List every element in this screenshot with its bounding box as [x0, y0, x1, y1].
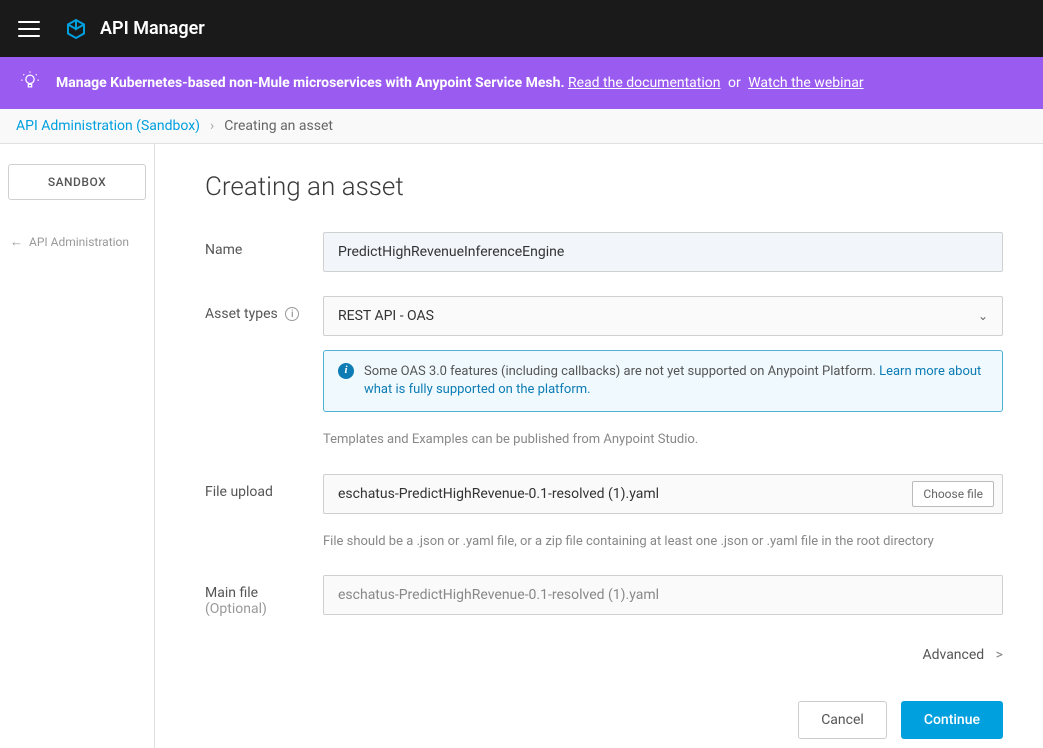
webinar-link[interactable]: Watch the webinar	[748, 75, 863, 91]
file-upload-field: eschatus-PredictHighRevenue-0.1-resolved…	[323, 474, 1003, 514]
app-title: API Manager	[100, 18, 205, 39]
file-upload-label: File upload	[205, 474, 323, 500]
main-file-label: Main file (Optional)	[205, 575, 323, 617]
lightbulb-icon	[20, 71, 40, 95]
chevron-right-icon: ›	[210, 118, 214, 134]
continue-button[interactable]: Continue	[901, 701, 1003, 739]
cancel-button[interactable]: Cancel	[798, 701, 887, 739]
name-label: Name	[205, 232, 323, 258]
asset-types-helper: Templates and Examples can be published …	[323, 430, 1003, 450]
sidebar: SANDBOX ← API Administration	[0, 144, 155, 748]
main-content: Creating an asset Name Asset types i RES…	[155, 144, 1043, 748]
arrow-left-icon: ←	[10, 234, 23, 250]
top-header: API Manager	[0, 0, 1043, 57]
asset-types-select[interactable]: REST API - OAS ⌄	[323, 296, 1003, 336]
info-icon[interactable]: i	[285, 307, 299, 321]
environment-selector[interactable]: SANDBOX	[8, 164, 146, 200]
file-upload-helper: File should be a .json or .yaml file, or…	[323, 532, 1003, 552]
menu-icon[interactable]	[18, 21, 40, 37]
choose-file-button[interactable]: Choose file	[912, 481, 994, 507]
doc-link[interactable]: Read the documentation	[568, 75, 720, 91]
banner-text: Manage Kubernetes-based non-Mule microse…	[56, 75, 864, 91]
logo-icon	[64, 17, 88, 41]
breadcrumb-parent[interactable]: API Administration (Sandbox)	[16, 118, 200, 134]
file-name: eschatus-PredictHighRevenue-0.1-resolved…	[338, 486, 912, 502]
back-nav[interactable]: ← API Administration	[8, 234, 146, 250]
chevron-right-icon: >	[996, 647, 1003, 663]
breadcrumb-current: Creating an asset	[224, 118, 333, 134]
chevron-down-icon: ⌄	[978, 309, 988, 323]
info-box: i Some OAS 3.0 features (including callb…	[323, 350, 1003, 412]
info-circle-icon: i	[338, 363, 354, 379]
main-file-select[interactable]: eschatus-PredictHighRevenue-0.1-resolved…	[323, 575, 1003, 615]
breadcrumb: API Administration (Sandbox) › Creating …	[0, 109, 1043, 144]
name-input[interactable]	[323, 232, 1003, 272]
advanced-toggle[interactable]: Advanced >	[205, 647, 1003, 663]
page-title: Creating an asset	[205, 172, 1003, 202]
announcement-banner: Manage Kubernetes-based non-Mule microse…	[0, 57, 1043, 109]
asset-types-label: Asset types i	[205, 296, 323, 322]
